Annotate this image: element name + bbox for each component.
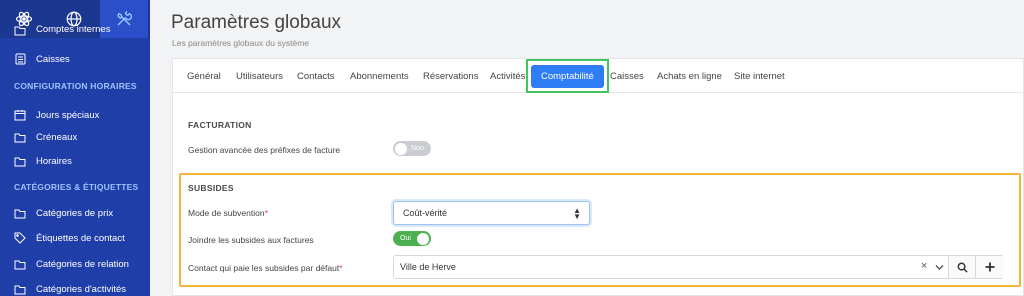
section-facturation-title: FACTURATION [188, 120, 252, 130]
folder-icon [14, 207, 26, 219]
toggle-knob [395, 142, 407, 155]
mode-subvention-label: Mode de subvention* [188, 208, 268, 218]
sidebar-item-comptes-internes[interactable]: Comptes internes [0, 24, 150, 42]
sidebar-item-caisses[interactable]: Caisses [0, 46, 150, 72]
sidebar-item-label: Catégories de relation [36, 258, 129, 270]
sidebar-item-categories-relation[interactable]: Catégories de relation [0, 251, 150, 277]
settings-tabs: Général Utilisateurs Contacts Abonnement… [173, 59, 1024, 93]
chevron-down-icon[interactable] [935, 263, 944, 273]
tab-caisses[interactable]: Caisses [610, 59, 644, 93]
folder-icon [14, 131, 26, 143]
toggle-knob [417, 232, 429, 245]
tab-site-internet[interactable]: Site internet [734, 59, 785, 93]
mode-subvention-label-text: Mode de subvention [188, 208, 265, 218]
tab-utilisateurs[interactable]: Utilisateurs [236, 59, 283, 93]
sidebar-item-label: Créneaux [36, 131, 78, 143]
sidebar: Comptes internes Caisses CONFIGURATION H… [0, 0, 150, 296]
clear-icon[interactable]: × [921, 260, 927, 272]
sidebar-item-label: Catégories de prix [36, 207, 114, 219]
folder-icon [14, 258, 26, 270]
tab-comptabilite[interactable]: Comptabilité [526, 59, 609, 93]
required-marker: * [339, 263, 343, 273]
sidebar-item-categories-activites[interactable]: Catégories d'activités [0, 276, 150, 296]
sidebar-item-categories-prix[interactable]: Catégories de prix [0, 200, 150, 226]
search-button[interactable] [948, 256, 975, 278]
page-title: Paramètres globaux [171, 12, 342, 33]
join-subsides-label: Joindre les subsides aux factures [188, 235, 314, 245]
tab-activites[interactable]: Activités [490, 59, 525, 93]
tab-abonnements[interactable]: Abonnements [350, 59, 409, 93]
folder-icon [14, 283, 26, 295]
sidebar-item-label: Horaires [36, 155, 72, 167]
select-arrows-icon: ▲ ▼ [573, 206, 581, 221]
tag-icon [14, 232, 26, 244]
tab-achats-en-ligne[interactable]: Achats en ligne [657, 59, 722, 93]
calendar-icon [14, 109, 26, 121]
sidebar-item-label: Jours spéciaux [36, 109, 100, 121]
sidebar-item-label: Catégories d'activités [36, 283, 126, 295]
contact-payer-combobox[interactable]: Ville de Herve × [393, 255, 1004, 279]
section-subsides-title: SUBSIDES [188, 183, 234, 193]
tab-reservations[interactable]: Réservations [423, 59, 478, 93]
required-marker: * [264, 208, 268, 218]
tab-contacts[interactable]: Contacts [297, 59, 335, 93]
sidebar-item-label: Étiquettes de contact [36, 232, 125, 244]
prefix-toggle[interactable]: Non [393, 141, 431, 156]
folder-icon [14, 24, 26, 36]
sidebar-section-horaires: CONFIGURATION HORAIRES [14, 81, 137, 91]
prefix-label: Gestion avancée des préfixes de facture [188, 145, 341, 155]
contact-payer-label-text: Contact qui paie les subsides par défaut [188, 263, 340, 273]
search-icon [957, 262, 968, 273]
plus-icon [985, 262, 995, 272]
sidebar-item-horaires[interactable]: Horaires [0, 148, 150, 174]
join-subsides-toggle[interactable]: Oui [393, 231, 431, 246]
sidebar-item-label: Comptes internes [36, 24, 111, 35]
sidebar-item-label: Caisses [36, 53, 70, 65]
add-contact-button[interactable] [975, 256, 1004, 278]
folder-icon [14, 155, 26, 167]
toggle-text: Oui [400, 235, 411, 242]
contact-payer-label: Contact qui paie les subsides par défaut… [188, 263, 343, 273]
sidebar-section-categories: CATÉGORIES & ÉTIQUETTES [14, 182, 139, 192]
contact-payer-value: Ville de Herve [400, 262, 456, 272]
register-icon [14, 53, 26, 65]
sidebar-item-etiquettes-contact[interactable]: Étiquettes de contact [0, 225, 150, 251]
mode-subvention-value: Coût-vérité [403, 208, 448, 218]
tab-comptabilite-label: Comptabilité [531, 64, 604, 88]
mode-subvention-select[interactable]: Coût-vérité ▲ ▼ [393, 201, 590, 225]
page-subtitle: Les paramètres globaux du système [172, 38, 310, 48]
tab-general[interactable]: Général [187, 59, 221, 93]
toggle-text: Non [411, 145, 424, 152]
sidebar-item-creneaux[interactable]: Créneaux [0, 124, 150, 150]
